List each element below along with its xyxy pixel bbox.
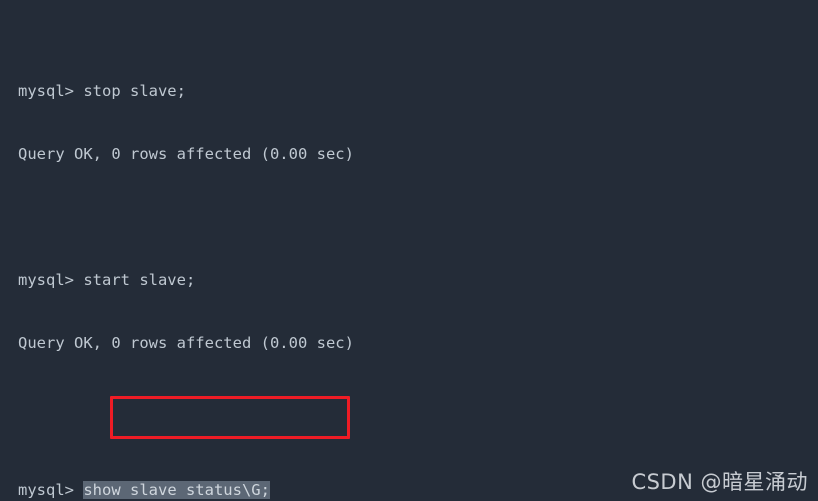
shell-prompt: mysql> [18,481,84,499]
terminal-window[interactable]: mysql> stop slave; Query OK, 0 rows affe… [0,0,818,501]
selected-command-text[interactable]: show slave status\G; [83,481,270,499]
terminal-line-blank-1 [18,207,818,228]
terminal-line-result-start-slave: Query OK, 0 rows affected (0.00 sec) [18,334,354,352]
terminal-line-result-stop-slave: Query OK, 0 rows affected (0.00 sec) [18,145,354,163]
terminal-line-cmd-stop-slave: mysql> stop slave; [18,82,186,100]
terminal-line-blank-2 [18,396,818,417]
terminal-line-cmd-start-slave: mysql> start slave; [18,271,196,289]
csdn-watermark: CSDN @暗星涌动 [631,470,808,494]
